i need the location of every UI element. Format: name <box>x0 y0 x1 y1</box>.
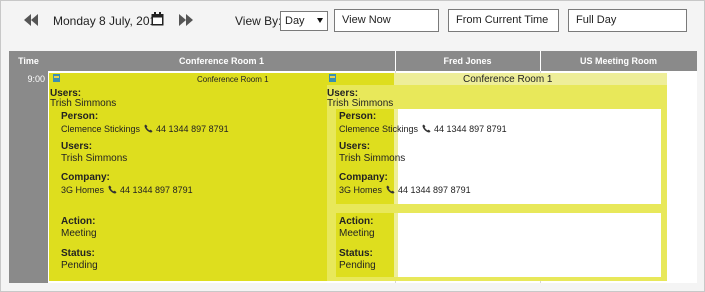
company-label: Company: <box>61 172 110 183</box>
action-label: Action: <box>61 216 96 227</box>
person-contact: Clemence Stickings 44 1344 897 8791 <box>339 124 507 134</box>
person-phone[interactable]: 44 1344 897 8791 <box>156 124 229 134</box>
users-label-secondary: Users: <box>339 141 371 152</box>
company-phone[interactable]: 44 1344 897 8791 <box>120 185 193 195</box>
company-name: 3G Homes <box>339 185 383 195</box>
dropdown-arrow-icon <box>317 18 323 23</box>
appointment-title: Conference Room 1 <box>463 74 553 85</box>
toolbar: Monday 8 July, 2019 View By: Day View No… <box>1 1 704 41</box>
phone-icon <box>386 185 395 194</box>
date-picker-button[interactable] <box>151 12 164 26</box>
next-day-button[interactable] <box>178 13 194 27</box>
column-header-fred-jones[interactable]: Fred Jones <box>395 51 540 71</box>
column-header-us-meeting-room[interactable]: US Meeting Room <box>540 51 697 71</box>
double-chevron-left-icon <box>24 14 38 26</box>
users-value-secondary: Trish Simmons <box>61 153 128 164</box>
appointment-icon[interactable] <box>329 74 336 82</box>
time-column: 9:00 <box>9 71 48 283</box>
time-column-header: Time <box>9 51 48 71</box>
person-name: Clemence Stickings <box>339 124 419 134</box>
view-now-button[interactable]: View Now <box>334 9 439 32</box>
phone-icon <box>144 124 153 133</box>
current-date-label: Monday 8 July, 2019 <box>53 14 163 28</box>
users-value: Trish Simmons <box>50 98 117 109</box>
person-name: Clemence Stickings <box>61 124 141 134</box>
time-slot-label: 9:00 <box>27 74 45 84</box>
status-value: Pending <box>61 260 98 271</box>
view-by-label: View By: <box>235 14 282 28</box>
users-value-secondary: Trish Simmons <box>339 153 406 164</box>
phone-icon <box>108 185 117 194</box>
double-chevron-right-icon <box>179 14 193 26</box>
person-label: Person: <box>339 111 377 122</box>
from-current-time-button[interactable]: From Current Time <box>448 9 559 32</box>
action-value: Meeting <box>61 228 97 239</box>
person-phone[interactable]: 44 1344 897 8791 <box>434 124 507 134</box>
users-value: Trish Simmons <box>327 98 394 109</box>
appointment-title: Conference Room 1 <box>197 75 269 84</box>
company-label: Company: <box>339 172 388 183</box>
person-contact: Clemence Stickings 44 1344 897 8791 <box>61 124 229 134</box>
full-day-button[interactable]: Full Day <box>568 9 687 32</box>
action-value: Meeting <box>339 228 375 239</box>
status-label: Status: <box>61 248 95 259</box>
appointment-icon[interactable] <box>53 74 60 82</box>
status-value: Pending <box>339 260 376 271</box>
calendar-icon <box>151 12 164 26</box>
status-label: Status: <box>339 248 373 259</box>
view-by-select[interactable]: Day <box>280 11 328 31</box>
previous-day-button[interactable] <box>23 13 39 27</box>
company-contact: 3G Homes 44 1344 897 8791 <box>61 185 193 195</box>
view-by-selected-value: Day <box>285 15 305 27</box>
company-phone[interactable]: 44 1344 897 8791 <box>398 185 471 195</box>
company-name: 3G Homes <box>61 185 105 195</box>
users-label-secondary: Users: <box>61 141 93 152</box>
header-divider <box>540 51 541 71</box>
column-header-conference-room-1[interactable]: Conference Room 1 <box>48 51 395 71</box>
day-schedule-grid: Time Conference Room 1 Fred Jones US Mee… <box>9 51 697 283</box>
appointment-title-bar-overlap <box>327 73 394 85</box>
scheduler-window: Monday 8 July, 2019 View By: Day View No… <box>0 0 705 292</box>
company-contact: 3G Homes 44 1344 897 8791 <box>339 185 471 195</box>
person-label: Person: <box>61 111 99 122</box>
phone-icon <box>422 124 431 133</box>
overlap-edge <box>394 213 398 277</box>
header-divider <box>395 51 396 71</box>
action-label: Action: <box>339 216 374 227</box>
